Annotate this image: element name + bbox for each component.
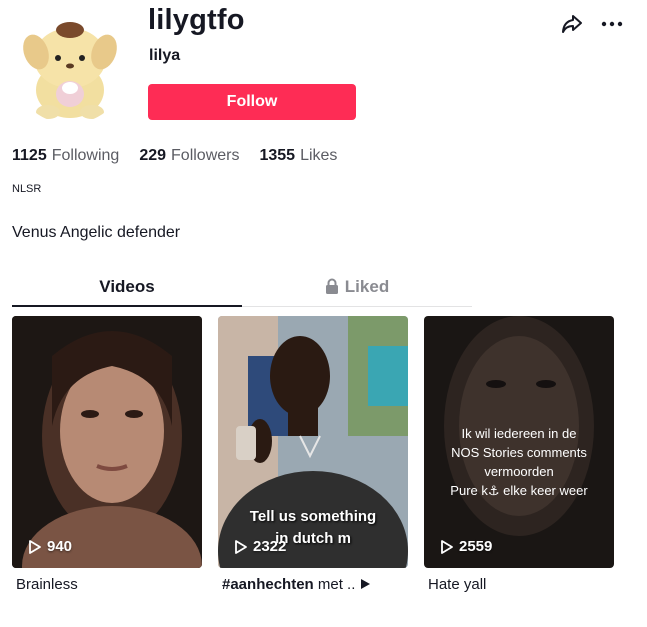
play-icon	[235, 539, 247, 554]
video-caption[interactable]: #aanhechten met ..	[222, 576, 371, 593]
video-card[interactable]: 940	[12, 316, 202, 568]
stat-following: 1125 Following	[12, 147, 119, 165]
profile-stats: 1125 Following 229 Followers 1355 Likes	[12, 147, 357, 165]
stat-followers: 229 Followers	[139, 147, 239, 165]
tab-liked[interactable]: Liked	[242, 270, 472, 306]
share-icon[interactable]	[560, 12, 584, 36]
video-thumbnail	[12, 316, 202, 568]
stat-value: 1125	[12, 147, 47, 164]
stat-label: Likes	[300, 147, 338, 164]
tab-label: Videos	[99, 277, 155, 296]
stat-label: Following	[51, 147, 120, 164]
play-icon	[29, 539, 41, 554]
tab-label: Liked	[344, 277, 390, 296]
profile-tag: NLSR	[12, 183, 42, 195]
stat-likes: 1355 Likes	[259, 147, 337, 165]
video-caption[interactable]: Brainless	[16, 576, 78, 593]
video-overlay-text: Pure k⚓ elke keer weer	[450, 483, 588, 498]
profile-tabs: Videos Liked	[12, 270, 472, 307]
nickname: lilya	[149, 47, 181, 64]
view-count-value: 940	[47, 538, 73, 555]
caption-text: met ..	[313, 576, 356, 593]
profile-bio: Venus Angelic defender	[12, 224, 181, 241]
avatar-image	[12, 8, 128, 124]
view-count: 2559	[440, 538, 492, 555]
play-icon	[360, 579, 370, 589]
stat-value: 229	[139, 147, 167, 164]
view-count: 2322	[234, 538, 286, 555]
video-overlay-text: Tell us something	[249, 508, 377, 525]
stat-value: 1355	[259, 147, 296, 164]
play-icon	[441, 539, 453, 554]
avatar	[12, 8, 128, 124]
more-icon[interactable]	[600, 12, 624, 36]
stat-label: Followers	[171, 147, 240, 164]
video-caption[interactable]: Hate yall	[428, 576, 486, 593]
video-overlay-text: Ik wil iedereen in de	[461, 426, 577, 441]
tab-videos[interactable]: Videos	[12, 270, 242, 307]
video-card[interactable]: Ik wil iedereen in de NOS Stories commen…	[424, 316, 614, 568]
follow-button[interactable]: Follow	[148, 84, 356, 120]
caption-hashtag[interactable]: #aanhechten	[222, 576, 314, 593]
video-overlay-text: vermoorden	[484, 464, 554, 479]
lock-icon	[325, 272, 339, 306]
video-card[interactable]: Tell us something in dutch m 2322	[218, 316, 408, 568]
video-overlay-text: NOS Stories comments	[451, 445, 587, 460]
username: lilygtfo	[148, 4, 245, 36]
view-count: 940	[28, 538, 72, 555]
view-count-value: 2322	[253, 538, 287, 555]
view-count-value: 2559	[459, 538, 493, 555]
